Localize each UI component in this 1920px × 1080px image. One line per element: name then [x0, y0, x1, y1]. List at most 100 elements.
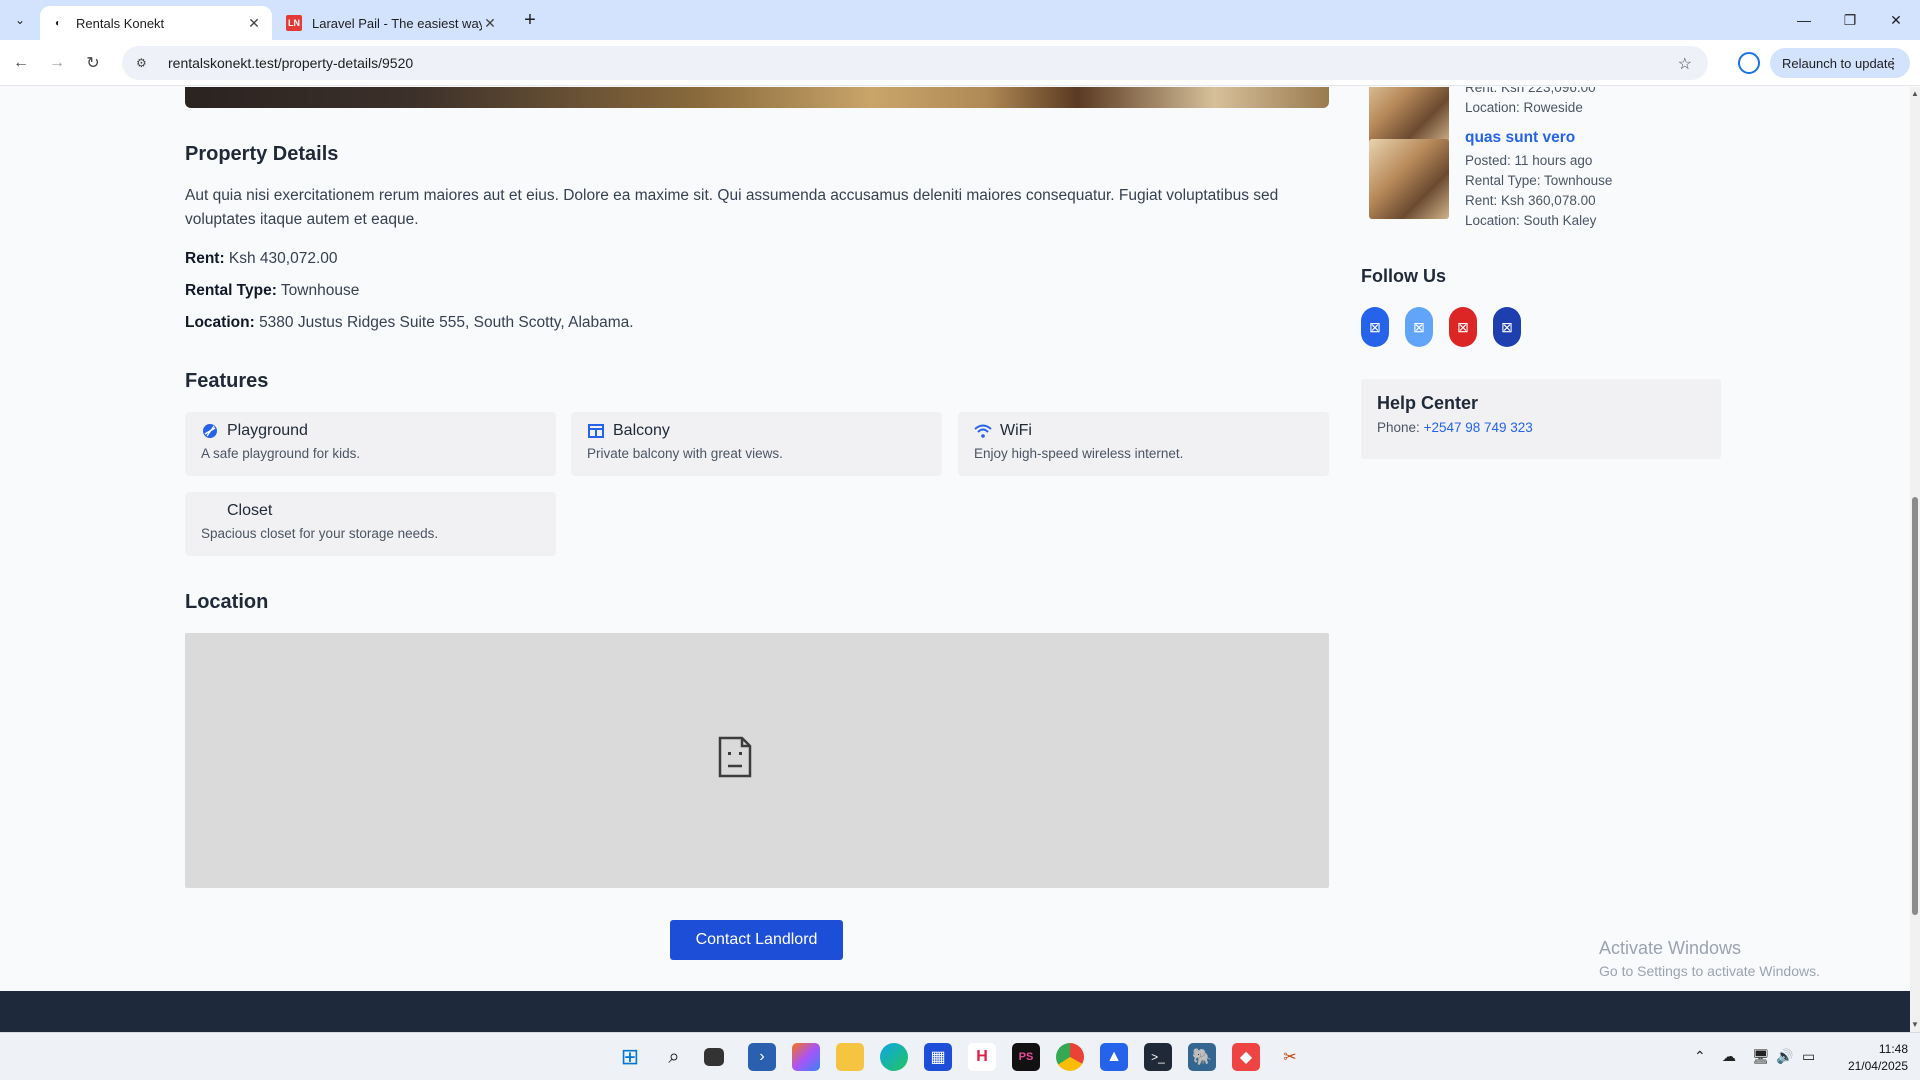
- phone-link[interactable]: +2547 98 749 323: [1424, 420, 1533, 435]
- scroll-down-icon[interactable]: ▼: [1911, 1020, 1919, 1029]
- linkedin-icon[interactable]: ⊠: [1493, 307, 1521, 347]
- volume-icon[interactable]: 🔊: [1776, 1048, 1793, 1065]
- store-icon[interactable]: ▦: [924, 1043, 952, 1071]
- listing-posted: Posted: 11 hours ago: [1465, 153, 1593, 168]
- powershell-icon[interactable]: ›: [748, 1043, 776, 1071]
- minimize-icon[interactable]: —: [1781, 0, 1827, 40]
- tray-overflow-icon[interactable]: ⌃: [1694, 1048, 1706, 1065]
- phone-label: Phone:: [1377, 420, 1420, 435]
- battery-icon[interactable]: ▭: [1802, 1048, 1815, 1065]
- tab-title: Rentals Konekt: [76, 15, 165, 31]
- profile-icon[interactable]: [1738, 52, 1760, 74]
- back-icon[interactable]: ←: [8, 50, 34, 76]
- onedrive-icon[interactable]: ☁: [1722, 1048, 1736, 1065]
- photos-icon[interactable]: ▲: [1100, 1043, 1128, 1071]
- page-viewport: Property Details Aut quia nisi exercitat…: [0, 87, 1920, 992]
- watermark-title: Activate Windows: [1599, 938, 1742, 958]
- file-explorer-icon[interactable]: [836, 1043, 864, 1071]
- phpstorm-icon[interactable]: PS: [1012, 1043, 1040, 1071]
- feature-name: WiFi: [1000, 422, 1032, 439]
- chrome-icon[interactable]: [1056, 1043, 1084, 1071]
- feature-name: Playground: [227, 422, 308, 439]
- relaunch-button[interactable]: Relaunch to update ⋮: [1770, 48, 1910, 78]
- facebook-icon[interactable]: ⊠: [1361, 307, 1389, 347]
- task-view-icon[interactable]: [704, 1048, 724, 1066]
- new-tab-icon[interactable]: +: [518, 10, 542, 34]
- tab-laravel-pail[interactable]: LN Laravel Pail - The easiest way to ✕: [276, 6, 508, 40]
- network-icon[interactable]: 🖥: [1752, 1048, 1770, 1065]
- forward-icon[interactable]: →: [44, 50, 70, 76]
- feature-description: A safe playground for kids.: [201, 446, 361, 461]
- twitter-icon[interactable]: ⊠: [1405, 307, 1433, 347]
- feature-name: Closet: [227, 502, 273, 519]
- search-icon[interactable]: ⌕: [660, 1043, 688, 1071]
- close-tab-icon[interactable]: ✕: [246, 15, 262, 31]
- rental-type-value: Townhouse: [280, 282, 360, 299]
- site-favicon-icon: ◐: [54, 17, 62, 29]
- clock-date: 21/04/2025: [1847, 1059, 1908, 1073]
- page-footer: [0, 991, 1910, 1033]
- tab-rentals-konekt[interactable]: ◐ Rentals Konekt ✕: [40, 6, 272, 40]
- help-phone: Phone: +2547 98 749 323: [1377, 420, 1705, 435]
- features-heading: Features: [185, 370, 269, 392]
- location-heading: Location: [185, 591, 269, 613]
- help-center-heading: Help Center: [1377, 393, 1479, 413]
- balcony-icon: [587, 422, 605, 440]
- snipping-tool-icon[interactable]: ✂: [1276, 1043, 1304, 1071]
- listing-rental-type: Rental Type: Townhouse: [1465, 173, 1613, 188]
- listing-thumbnail[interactable]: [1369, 139, 1449, 219]
- listing-location: Location: Roweside: [1465, 100, 1583, 115]
- listing-title-link[interactable]: quas sunt vero: [1465, 129, 1575, 147]
- herd-icon[interactable]: H: [968, 1043, 996, 1071]
- playground-icon: [201, 422, 219, 440]
- rental-type-label: Rental Type:: [185, 282, 277, 299]
- edge-icon[interactable]: [880, 1043, 908, 1071]
- postgres-icon[interactable]: 🐘: [1188, 1043, 1216, 1071]
- contact-landlord-button[interactable]: Contact Landlord: [670, 920, 843, 960]
- scroll-thumb[interactable]: [1912, 497, 1918, 915]
- site-info-icon[interactable]: ⚙: [136, 56, 154, 70]
- listing-rent: Rent: Ksh 360,078.00: [1465, 193, 1596, 208]
- feature-card-playground: Playground A safe playground for kids.: [185, 412, 556, 476]
- feature-description: Spacious closet for your storage needs.: [201, 526, 439, 541]
- rent-label: Rent:: [185, 250, 225, 267]
- wifi-icon: [974, 422, 992, 440]
- close-tab-icon[interactable]: ✕: [482, 15, 498, 31]
- windows-activation-watermark: Activate Windows Go to Settings to activ…: [1599, 938, 1820, 979]
- terminal-icon[interactable]: >_: [1144, 1043, 1172, 1071]
- feature-name: Balcony: [613, 422, 670, 439]
- address-bar[interactable]: ⚙ rentalskonekt.test/property-details/95…: [122, 46, 1708, 80]
- youtube-icon[interactable]: ⊠: [1449, 307, 1477, 347]
- bookmark-star-icon[interactable]: ☆: [1678, 54, 1692, 74]
- property-details-heading: Property Details: [185, 143, 339, 165]
- location-row: Location: 5380 Justus Ridges Suite 555, …: [185, 314, 634, 332]
- page-scrollbar[interactable]: ▲ ▼: [1910, 87, 1920, 1032]
- help-center-card: Help Center Phone: +2547 98 749 323: [1361, 379, 1721, 459]
- feature-card-closet: Closet Spacious closet for your storage …: [185, 492, 556, 556]
- laravel-favicon-icon: LN: [286, 15, 302, 31]
- listing-location: Location: South Kaley: [1465, 213, 1597, 228]
- reload-icon[interactable]: ↻: [80, 50, 106, 76]
- follow-us-heading: Follow Us: [1361, 266, 1446, 286]
- more-menu-icon[interactable]: ⋮: [1886, 55, 1900, 72]
- relaunch-label: Relaunch to update: [1782, 55, 1895, 71]
- location-label: Location:: [185, 314, 255, 331]
- listing-thumbnail[interactable]: [1369, 87, 1449, 145]
- closet-icon: [201, 502, 219, 520]
- copilot-icon[interactable]: [792, 1043, 820, 1071]
- feature-description: Private balcony with great views.: [587, 446, 783, 461]
- tab-title: Laravel Pail - The easiest way to: [312, 15, 482, 31]
- close-window-icon[interactable]: ✕: [1873, 0, 1919, 40]
- system-clock[interactable]: 11:48 21/04/2025: [1828, 1041, 1908, 1075]
- broken-page-icon: [718, 736, 752, 778]
- tab-list-button[interactable]: ⌄: [8, 8, 32, 32]
- git-client-icon[interactable]: ◆: [1232, 1043, 1260, 1071]
- rental-type-row: Rental Type: Townhouse: [185, 282, 359, 300]
- restore-icon[interactable]: ❐: [1827, 0, 1873, 40]
- property-hero-image: [185, 87, 1329, 108]
- windows-start-icon[interactable]: ⊞: [616, 1043, 644, 1071]
- map-embed[interactable]: [185, 633, 1329, 888]
- feature-card-wifi: WiFi Enjoy high-speed wireless internet.: [958, 412, 1329, 476]
- scroll-up-icon[interactable]: ▲: [1911, 89, 1919, 98]
- windows-taskbar: ⊞ ⌕ › ▦ H PS ▲ >_ 🐘 ◆ ✂ ⌃ ☁ 🖥 🔊 ▭ 11:48 …: [0, 1032, 1920, 1080]
